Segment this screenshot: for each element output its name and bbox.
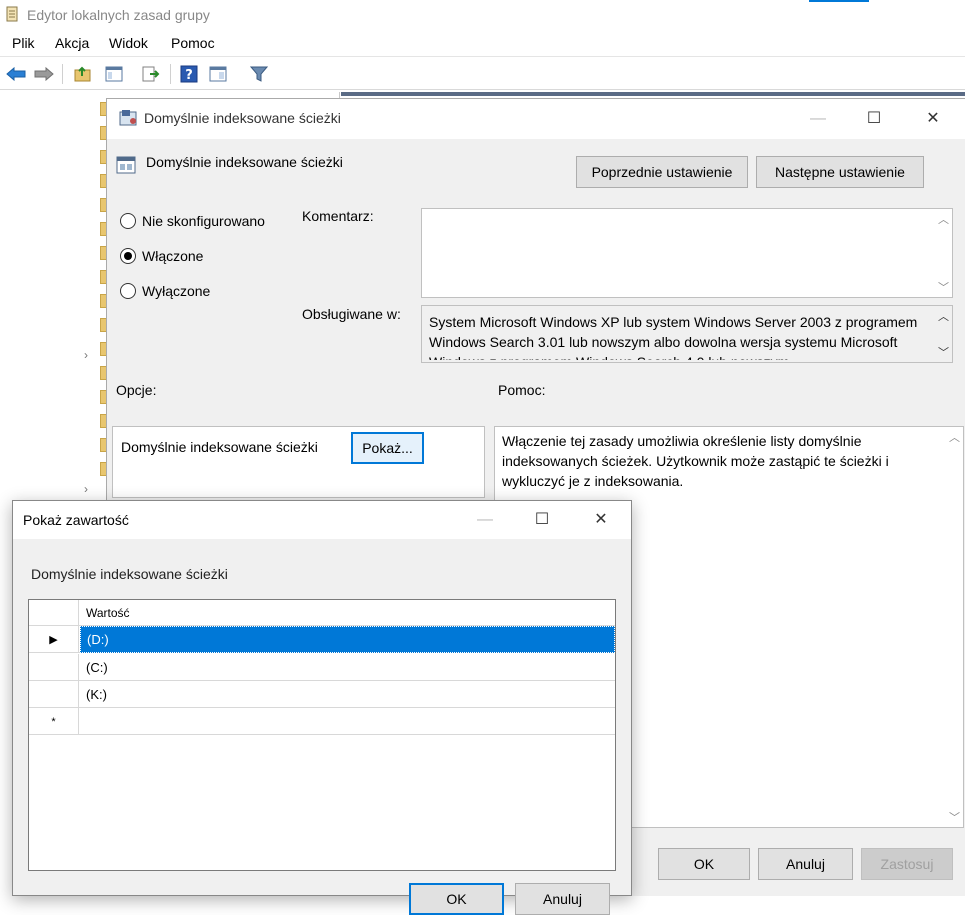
supported-on-text: System Microsoft Windows XP lub system W… bbox=[429, 314, 918, 360]
menubar: Plik Akcja Widok Pomoc bbox=[0, 31, 965, 57]
export-list-icon[interactable] bbox=[140, 64, 162, 84]
show-button[interactable]: Pokaż... bbox=[351, 432, 424, 464]
minimize-icon: — bbox=[810, 110, 826, 127]
help-scrollbar[interactable]: ︿ ﹀ bbox=[946, 427, 963, 827]
show-dialog-ok-button[interactable]: OK bbox=[409, 883, 504, 915]
table-cell-value[interactable]: (C:) bbox=[80, 654, 615, 681]
close-icon[interactable]: ✕ bbox=[589, 508, 613, 532]
radio-button[interactable] bbox=[120, 213, 136, 229]
radio-label: Wyłączone bbox=[142, 283, 211, 299]
minimize-icon: — bbox=[477, 511, 493, 528]
show-contents-dialog: Pokaż zawartość — ☐ ✕ Domyślnie indeksow… bbox=[12, 500, 632, 915]
apply-button: Zastosuj bbox=[861, 848, 953, 880]
app-title: Edytor lokalnych zasad grupy bbox=[27, 7, 210, 23]
scroll-down-icon[interactable]: ﹀ bbox=[935, 344, 952, 360]
scroll-up-icon[interactable]: ︿ bbox=[946, 429, 963, 445]
table-row[interactable]: ▶ (D:) bbox=[29, 626, 615, 653]
table-cell-value[interactable]: (K:) bbox=[80, 681, 615, 708]
show-dialog-titlebar: Pokaż zawartość — ☐ ✕ bbox=[13, 501, 631, 539]
scroll-document-icon bbox=[5, 6, 19, 23]
help-icon[interactable]: ? bbox=[178, 64, 200, 84]
back-arrow-icon[interactable] bbox=[5, 64, 27, 84]
scroll-up-icon[interactable]: ︿ bbox=[935, 211, 952, 227]
next-setting-button[interactable]: Następne ustawienie bbox=[756, 156, 924, 188]
values-grid[interactable]: Wartość ▶ (D:) (C:) (K:) * bbox=[28, 599, 616, 871]
row-marker[interactable]: ▶ bbox=[29, 626, 79, 653]
setting-name: Domyślnie indeksowane ścieżki bbox=[146, 154, 343, 170]
row-marker[interactable] bbox=[29, 681, 79, 708]
grid-header-row: Wartość bbox=[29, 600, 615, 626]
radio-label: Włączone bbox=[142, 248, 204, 264]
setting-icon bbox=[116, 155, 136, 178]
help-text: Włączenie tej zasady umożliwia określeni… bbox=[502, 433, 889, 489]
comment-textarea[interactable]: ︿ ﹀ bbox=[421, 208, 953, 298]
ok-button[interactable]: OK bbox=[658, 848, 750, 880]
radio-label: Nie skonfigurowano bbox=[142, 213, 265, 229]
scroll-down-icon[interactable]: ﹀ bbox=[946, 809, 963, 825]
row-header-corner bbox=[29, 600, 79, 626]
new-row-marker[interactable]: * bbox=[29, 708, 79, 735]
scroll-up-icon[interactable]: ︿ bbox=[935, 308, 952, 324]
tree-expand-icon[interactable]: › bbox=[84, 482, 88, 496]
option-name: Domyślnie indeksowane ścieżki bbox=[121, 439, 318, 455]
show-dialog-cancel-button[interactable]: Anuluj bbox=[515, 883, 610, 915]
options-label: Opcje: bbox=[116, 382, 157, 398]
menu-plik[interactable]: Plik bbox=[12, 35, 35, 51]
close-icon[interactable]: ✕ bbox=[921, 107, 945, 131]
radio-not-configured[interactable]: Nie skonfigurowano bbox=[120, 213, 265, 229]
table-row[interactable]: (K:) bbox=[29, 681, 615, 708]
right-pane-header bbox=[341, 92, 965, 96]
policy-dialog-title: Domyślnie indeksowane ścieżki bbox=[144, 110, 341, 126]
radio-button[interactable] bbox=[120, 283, 136, 299]
show-dialog-sublabel: Domyślnie indeksowane ścieżki bbox=[31, 566, 228, 582]
table-cell-value[interactable] bbox=[80, 708, 615, 735]
radio-button-checked[interactable] bbox=[120, 248, 136, 264]
toolbar-separator bbox=[170, 64, 171, 84]
forward-arrow-icon[interactable] bbox=[33, 64, 55, 84]
policy-dialog-titlebar: Domyślnie indeksowane ścieżki — ☐ ✕ bbox=[107, 99, 965, 139]
table-cell-value[interactable]: (D:) bbox=[80, 626, 615, 653]
menu-widok[interactable]: Widok bbox=[109, 35, 148, 51]
supported-on-box: System Microsoft Windows XP lub system W… bbox=[421, 305, 953, 363]
row-marker[interactable] bbox=[29, 654, 79, 681]
help-label: Pomoc: bbox=[498, 382, 546, 398]
supported-on-label: Obsługiwane w: bbox=[302, 306, 401, 322]
tree-expand-icon[interactable]: › bbox=[84, 348, 88, 362]
show-hide-tree-icon[interactable] bbox=[103, 64, 125, 84]
up-folder-icon[interactable] bbox=[72, 64, 94, 84]
accent-line bbox=[809, 0, 869, 2]
show-dialog-title: Pokaż zawartość bbox=[23, 512, 129, 528]
menu-akcja[interactable]: Akcja bbox=[55, 35, 89, 51]
menu-pomoc[interactable]: Pomoc bbox=[171, 35, 215, 51]
comment-label: Komentarz: bbox=[302, 208, 374, 224]
toolbar: ? bbox=[0, 58, 965, 90]
cancel-button[interactable]: Anuluj bbox=[758, 848, 853, 880]
policy-setting-icon bbox=[119, 109, 139, 130]
previous-setting-button[interactable]: Poprzednie ustawienie bbox=[576, 156, 748, 188]
maximize-icon[interactable]: ☐ bbox=[862, 107, 886, 131]
toolbar-separator bbox=[62, 64, 63, 84]
radio-enabled[interactable]: Włączone bbox=[120, 248, 203, 264]
properties-view-icon[interactable] bbox=[207, 64, 229, 84]
main-titlebar: Edytor lokalnych zasad grupy bbox=[0, 0, 965, 30]
options-panel: Domyślnie indeksowane ścieżki Pokaż... bbox=[112, 426, 485, 498]
svg-text:?: ? bbox=[185, 68, 193, 83]
scroll-down-icon[interactable]: ﹀ bbox=[935, 279, 952, 295]
supported-scrollbar[interactable]: ︿ ﹀ bbox=[935, 306, 952, 362]
radio-disabled[interactable]: Wyłączone bbox=[120, 283, 210, 299]
column-header-value[interactable]: Wartość bbox=[80, 600, 615, 626]
comment-scrollbar[interactable]: ︿ ﹀ bbox=[935, 209, 952, 297]
filter-icon[interactable] bbox=[248, 64, 270, 84]
table-row[interactable]: (C:) bbox=[29, 654, 615, 681]
new-row[interactable]: * bbox=[29, 708, 615, 735]
maximize-icon[interactable]: ☐ bbox=[530, 508, 554, 532]
